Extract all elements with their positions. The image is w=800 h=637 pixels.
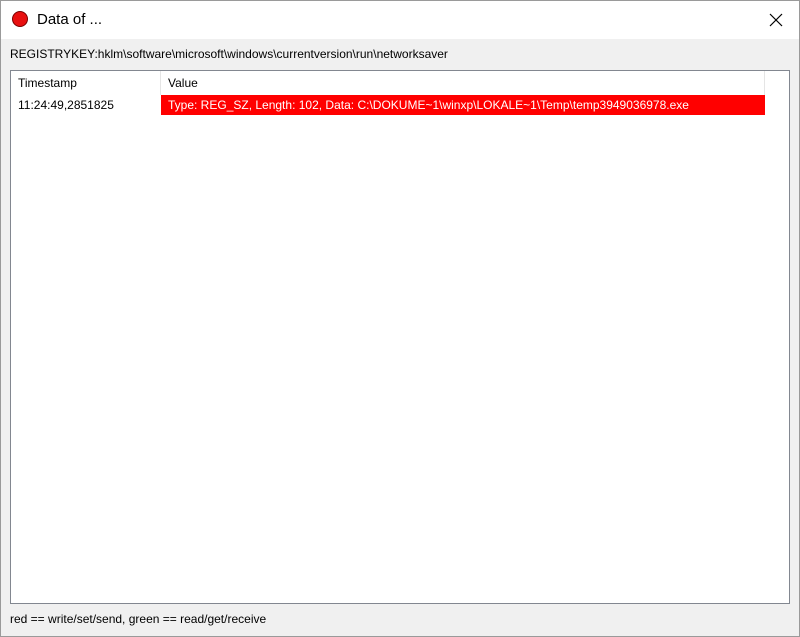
data-window: Data of ... REGISTRYKEY:hklm\software\mi… [0, 0, 800, 637]
list-header: Timestamp Value [11, 71, 765, 95]
color-legend: red == write/set/send, green == read/get… [10, 612, 267, 626]
red-circle-icon [12, 11, 28, 27]
close-icon [769, 13, 783, 27]
window-title: Data of ... [37, 11, 103, 28]
column-header-value[interactable]: Value [161, 71, 765, 95]
row-value: Type: REG_SZ, Length: 102, Data: C:\DOKU… [161, 95, 765, 115]
column-header-timestamp[interactable]: Timestamp [11, 71, 161, 95]
row-timestamp: 11:24:49,2851825 [18, 98, 114, 112]
table-row[interactable]: 11:24:49,2851825 Type: REG_SZ, Length: 1… [11, 95, 771, 115]
registry-path-label: REGISTRYKEY:hklm\software\microsoft\wind… [10, 47, 448, 61]
close-button[interactable] [753, 1, 799, 39]
data-list[interactable]: Timestamp Value 11:24:49,2851825 Type: R… [10, 70, 790, 604]
title-bar[interactable]: Data of ... [1, 1, 799, 39]
